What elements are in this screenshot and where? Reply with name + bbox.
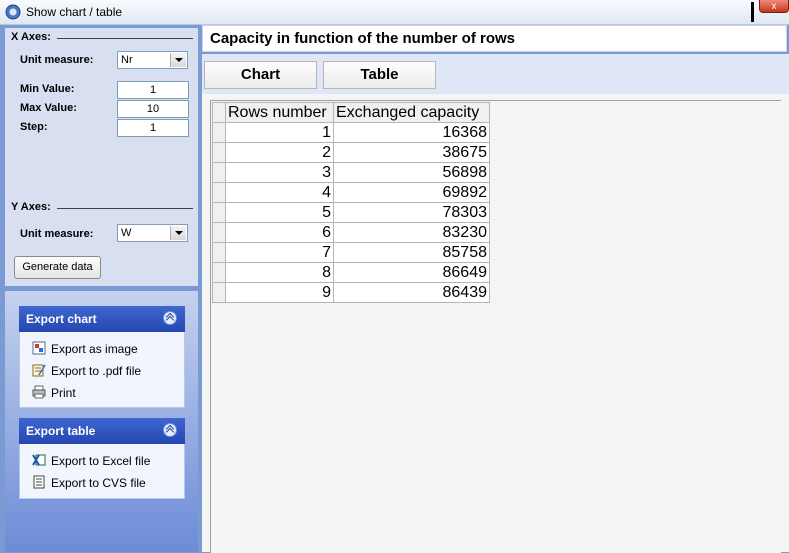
- min-value-label: Min Value:: [20, 83, 75, 95]
- table-row[interactable]: 7 85758: [212, 242, 490, 263]
- capacity-cell[interactable]: 38675: [333, 142, 490, 163]
- image-icon: [32, 341, 46, 355]
- printer-icon: [32, 385, 46, 399]
- tab-table[interactable]: Table: [323, 61, 436, 89]
- document-icon: [33, 475, 45, 489]
- view-tabs: Chart Table: [202, 54, 789, 94]
- corner-cell[interactable]: [212, 102, 226, 123]
- window-title: Show chart / table: [26, 5, 123, 19]
- rows-number-cell[interactable]: 4: [225, 182, 334, 203]
- capacity-cell[interactable]: 78303: [333, 202, 490, 223]
- row-header[interactable]: [212, 122, 226, 143]
- step-label: Step:: [20, 121, 48, 133]
- print-label: Print: [51, 386, 76, 400]
- page-title: Capacity in function of the number of ro…: [210, 30, 516, 47]
- data-grid: Rows number Exchanged capacity 1 16368 23…: [212, 102, 490, 303]
- max-value-label: Max Value:: [20, 102, 77, 114]
- export-chart-title: Export chart: [26, 312, 97, 326]
- rows-number-cell[interactable]: 6: [225, 222, 334, 243]
- table-row[interactable]: 2 38675: [212, 142, 490, 163]
- y-axes-heading: Y Axes:: [11, 201, 51, 213]
- step-input[interactable]: 1: [117, 119, 189, 137]
- export-table-pane: Export table Export to Excel file Export…: [19, 418, 185, 499]
- tab-chart[interactable]: Chart: [204, 61, 317, 89]
- export-chart-body: Export as image Export to .pdf file Prin…: [19, 332, 185, 408]
- collapse-icon[interactable]: [163, 423, 177, 437]
- capacity-cell[interactable]: 86439: [333, 282, 490, 303]
- capacity-cell[interactable]: 56898: [333, 162, 490, 183]
- generate-data-button[interactable]: Generate data: [14, 256, 101, 279]
- rows-number-cell[interactable]: 1: [225, 122, 334, 143]
- row-header[interactable]: [212, 142, 226, 163]
- app-icon: [5, 4, 21, 20]
- chevron-down-icon[interactable]: [170, 226, 186, 240]
- row-header[interactable]: [212, 242, 226, 263]
- export-chart-pane: Export chart Export as image Export to .…: [19, 306, 185, 408]
- y-unit-label: Unit measure:: [20, 228, 94, 240]
- rows-number-cell[interactable]: 5: [225, 202, 334, 223]
- x-unit-select[interactable]: Nr: [117, 51, 188, 69]
- export-table-title: Export table: [26, 424, 96, 438]
- y-unit-value: W: [121, 227, 132, 239]
- export-excel-label: Export to Excel file: [51, 454, 151, 468]
- export-image-label: Export as image: [51, 342, 138, 356]
- rows-number-cell[interactable]: 8: [225, 262, 334, 283]
- axes-settings-panel: X Axes: Unit measure: Nr Min Value: 1 Ma…: [5, 28, 198, 286]
- export-panel: Export chart Export as image Export to .…: [5, 291, 198, 552]
- table-row[interactable]: 5 78303: [212, 202, 490, 223]
- close-button[interactable]: x: [759, 0, 789, 13]
- row-header[interactable]: [212, 162, 226, 183]
- capacity-cell[interactable]: 69892: [333, 182, 490, 203]
- capacity-cell[interactable]: 85758: [333, 242, 490, 263]
- table-row[interactable]: 8 86649: [212, 262, 490, 283]
- pdf-icon: [32, 364, 46, 377]
- capacity-cell[interactable]: 16368: [333, 122, 490, 143]
- rows-number-cell[interactable]: 2: [225, 142, 334, 163]
- table-row[interactable]: 6 83230: [212, 222, 490, 243]
- window-titlebar: Show chart / table x: [0, 0, 789, 25]
- table-row[interactable]: 4 69892: [212, 182, 490, 203]
- row-header[interactable]: [212, 282, 226, 303]
- table-row[interactable]: 1 16368: [212, 122, 490, 143]
- rows-number-cell[interactable]: 9: [225, 282, 334, 303]
- column-header-exchanged-capacity[interactable]: Exchanged capacity: [333, 102, 490, 123]
- table-view: Rows number Exchanged capacity 1 16368 23…: [202, 94, 789, 553]
- table-row[interactable]: 3 56898: [212, 162, 490, 183]
- export-pdf-label: Export to .pdf file: [51, 364, 142, 378]
- header-row: Rows number Exchanged capacity: [212, 102, 490, 123]
- rows-number-cell[interactable]: 7: [225, 242, 334, 263]
- column-header-rows-number[interactable]: Rows number: [225, 102, 334, 123]
- text-caret: [751, 2, 754, 22]
- row-header[interactable]: [212, 262, 226, 283]
- export-chart-header[interactable]: Export chart: [19, 306, 185, 332]
- capacity-cell[interactable]: 83230: [333, 222, 490, 243]
- row-header[interactable]: [212, 202, 226, 223]
- x-unit-value: Nr: [121, 54, 133, 66]
- max-value-input[interactable]: 10: [117, 100, 189, 118]
- row-header[interactable]: [212, 182, 226, 203]
- row-header[interactable]: [212, 222, 226, 243]
- page-title-bar: Capacity in function of the number of ro…: [202, 25, 787, 52]
- x-axes-divider: [57, 38, 193, 39]
- collapse-icon[interactable]: [163, 311, 177, 325]
- chevron-down-icon[interactable]: [170, 53, 186, 67]
- capacity-cell[interactable]: 86649: [333, 262, 490, 283]
- y-axes-divider: [57, 208, 193, 209]
- data-grid-frame: Rows number Exchanged capacity 1 16368 23…: [210, 100, 781, 553]
- y-unit-select[interactable]: W: [117, 224, 188, 242]
- table-row[interactable]: 9 86439: [212, 282, 490, 303]
- excel-icon: [32, 454, 46, 466]
- export-csv-label: Export to CVS file: [51, 476, 146, 490]
- export-table-body: Export to Excel file Export to CVS file: [19, 444, 185, 499]
- x-axes-heading: X Axes:: [11, 31, 51, 43]
- x-unit-label: Unit measure:: [20, 54, 94, 66]
- min-value-input[interactable]: 1: [117, 81, 189, 99]
- rows-number-cell[interactable]: 3: [225, 162, 334, 183]
- export-table-header[interactable]: Export table: [19, 418, 185, 444]
